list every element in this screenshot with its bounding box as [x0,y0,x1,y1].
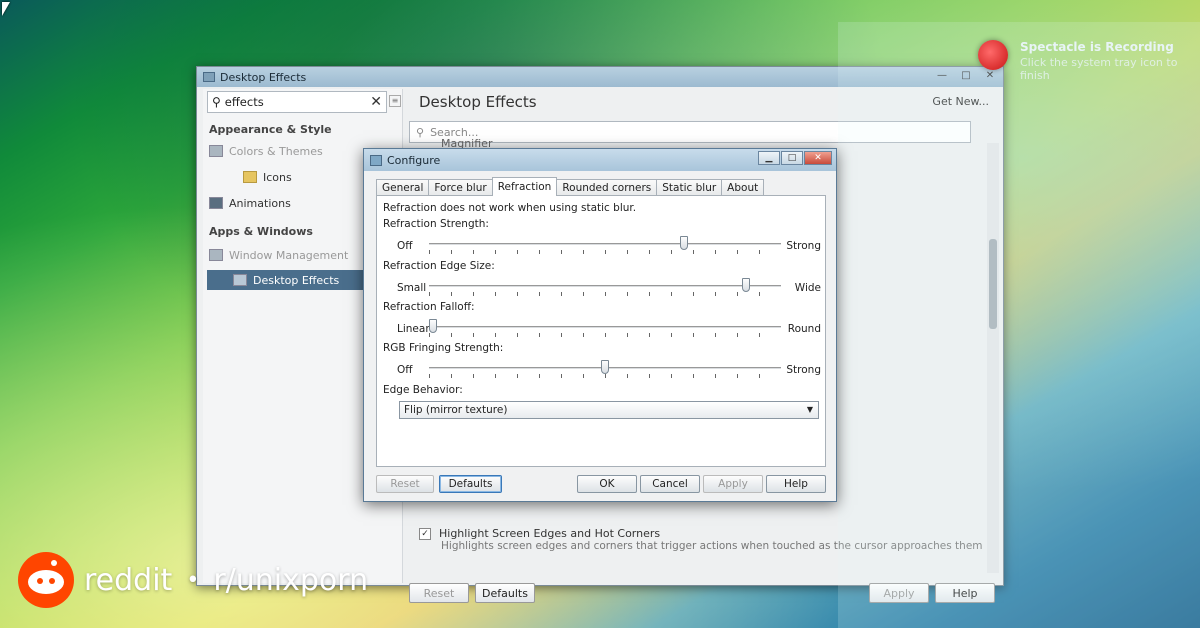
sidebar-menu-icon[interactable]: ≡ [389,95,401,107]
sidebar-item-colors-themes[interactable]: Colors & Themes [209,141,389,161]
sidebar-section-apps: Apps & Windows [209,225,313,238]
refraction-falloff-label: Refraction Falloff: [383,301,475,313]
sidebar-item-label: Desktop Effects [253,273,340,287]
dialog-close-button[interactable]: ✕ [804,151,832,165]
slider-min-label: Small [397,282,427,294]
refraction-strength-label: Refraction Strength: [383,218,489,230]
sidebar-search-value: effects [224,95,264,109]
sidebar-item-animations[interactable]: Animations [209,193,389,213]
tab-rounded-corners[interactable]: Rounded corners [556,179,658,196]
tab-refraction[interactable]: Refraction [491,177,558,196]
refraction-edge-size-label: Refraction Edge Size: [383,260,495,272]
sidebar-item-icons[interactable]: Icons [243,167,383,187]
slider-min-label: Off [397,240,413,252]
refraction-panel: Refraction does not work when using stat… [376,195,826,467]
dialog-apply-button[interactable]: Apply [703,475,763,493]
slider-handle[interactable] [680,236,689,250]
dialog-minimize-button[interactable]: ▁ [758,151,780,165]
sidebar-item-label: Colors & Themes [229,144,323,158]
sidebar-item-window-management[interactable]: Window Management [209,245,389,265]
reddit-watermark: reddit • r/unixporn [18,552,368,608]
chevron-down-icon: ▼ [806,405,813,414]
hot-corners-title: Highlight Screen Edges and Hot Corners [439,527,661,540]
dialog-maximize-button[interactable]: □ [781,151,803,165]
rgb-fringing-slider[interactable]: Off Strong [397,360,821,380]
refraction-falloff-slider[interactable]: Linear Round [397,319,821,339]
slider-min-label: Off [397,364,413,376]
tab-about[interactable]: About [721,179,765,196]
sidebar-section-appearance: Appearance & Style [209,123,332,136]
slider-handle[interactable] [429,319,437,333]
hot-corners-checkbox[interactable]: ✓ [419,528,431,540]
slider-max-label: Strong [786,240,821,252]
effects-icon [233,274,247,286]
sidebar-item-label: Icons [263,170,292,184]
dialog-defaults-button[interactable]: Defaults [439,475,502,493]
main-reset-button[interactable]: Reset [409,583,469,603]
page-title: Desktop Effects [419,93,537,111]
slider-ticks [429,333,781,337]
dialog-reset-button[interactable]: Reset [376,475,434,493]
sidebar-item-label: Window Management [229,248,349,262]
slider-max-label: Wide [794,282,821,294]
slider-track[interactable] [429,243,781,246]
edge-behavior-select[interactable]: Flip (mirror texture) ▼ [399,401,819,419]
main-defaults-button[interactable]: Defaults [475,583,535,603]
slider-min-label: Linear [397,323,430,335]
reddit-brand: reddit [84,562,173,598]
sidebar-item-desktop-effects[interactable]: Desktop Effects [207,270,363,290]
icons-folder-icon [243,171,257,183]
tab-static-blur[interactable]: Static blur [656,179,723,196]
search-icon: ⚲ [212,95,221,109]
slider-max-label: Strong [786,364,821,376]
slider-ticks [429,250,781,254]
clear-search-icon[interactable]: ✕ [370,94,382,110]
sidebar-item-label: Animations [229,196,291,210]
translucent-overlay [838,22,1200,628]
rgb-fringing-label: RGB Fringing Strength: [383,342,504,354]
settings-app-icon [203,72,215,82]
watermark-bullet: • [186,567,200,593]
dialog-ok-button[interactable]: OK [577,475,637,493]
recording-notification[interactable]: Spectacle is Recording Click the system … [978,36,1200,82]
dialog-window-controls: ▁ □ ✕ [758,151,832,165]
main-window-title: Desktop Effects [220,70,307,84]
sidebar-search-input[interactable]: ⚲ effects ✕ [207,91,387,113]
slider-track[interactable] [429,285,781,288]
animations-icon [209,197,223,209]
refraction-note: Refraction does not work when using stat… [383,202,637,214]
dialog-title: Configure [387,153,441,167]
slider-track[interactable] [429,326,781,329]
slider-ticks [429,374,781,378]
dialog-tabbar: General Force blur Refraction Rounded co… [376,177,765,196]
mouse-cursor-icon [2,2,10,16]
notification-title: Spectacle is Recording [1020,40,1174,54]
slider-max-label: Round [787,323,821,335]
reddit-logo-icon [18,552,74,608]
slider-ticks [429,292,781,296]
tab-force-blur[interactable]: Force blur [428,179,493,196]
dialog-app-icon [370,154,382,166]
configure-dialog: Configure ▁ □ ✕ General Force blur Refra… [363,148,837,502]
edge-behavior-label: Edge Behavior: [383,384,463,396]
slider-handle[interactable] [601,360,609,374]
edge-behavior-value: Flip (mirror texture) [404,404,508,416]
tab-general[interactable]: General [376,179,430,196]
subreddit-name: r/unixporn [213,562,369,598]
window-icon [209,249,223,261]
palette-icon [209,145,223,157]
slider-handle[interactable] [742,278,751,292]
record-indicator-icon [978,40,1008,70]
dialog-help-button[interactable]: Help [766,475,826,493]
refraction-strength-slider[interactable]: Off Strong [397,236,821,256]
notification-subtitle: Click the system tray icon to finish [1020,56,1178,82]
dialog-cancel-button[interactable]: Cancel [640,475,700,493]
refraction-edge-size-slider[interactable]: Small Wide [397,278,821,298]
